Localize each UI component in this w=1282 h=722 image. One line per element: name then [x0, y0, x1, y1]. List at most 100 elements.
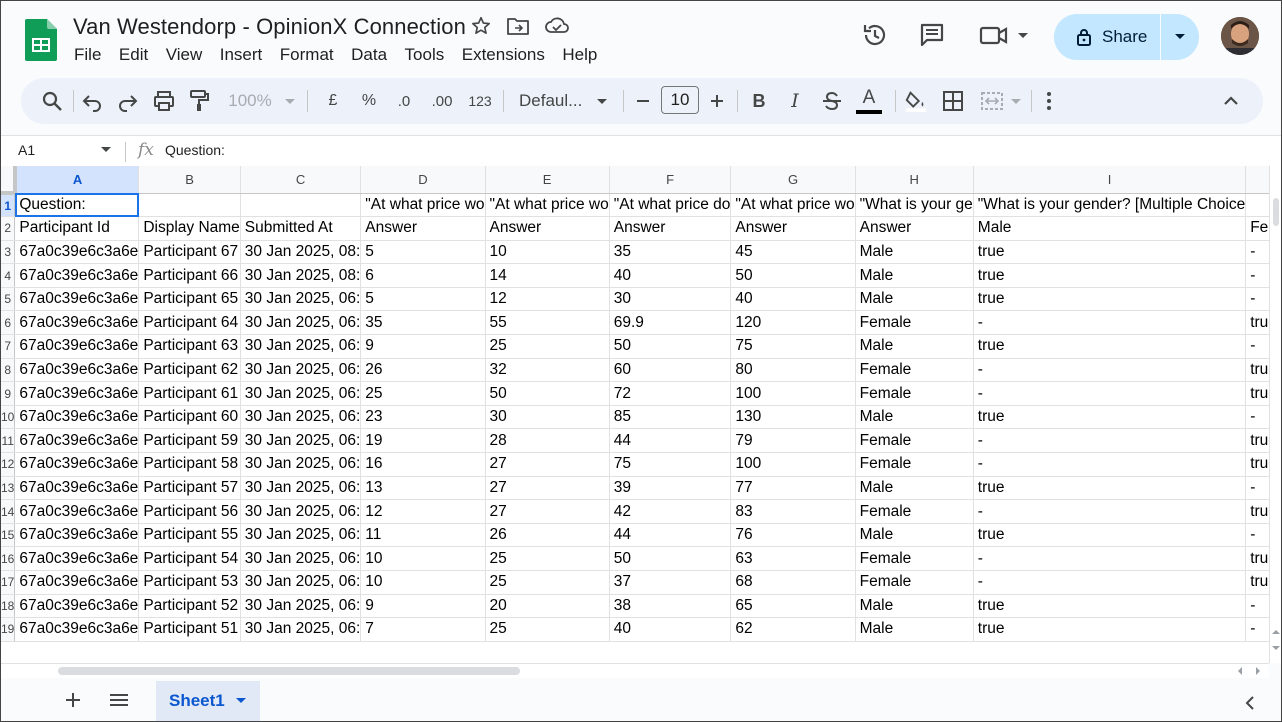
account-avatar[interactable]: [1221, 17, 1259, 55]
column-header-a[interactable]: A: [14, 166, 140, 194]
cell[interactable]: -: [1245, 334, 1269, 359]
menu-edit[interactable]: Edit: [119, 45, 148, 65]
strikethrough-icon[interactable]: [821, 89, 843, 113]
name-box-dropdown-icon[interactable]: [101, 146, 111, 154]
cell[interactable]: 35: [360, 310, 486, 336]
cell[interactable]: 6: [360, 263, 486, 288]
share-dropdown-button[interactable]: [1161, 14, 1199, 60]
cell[interactable]: Participant 55: [138, 523, 241, 548]
row-header[interactable]: 12: [1, 452, 16, 477]
column-header-g[interactable]: G: [730, 166, 856, 194]
cell[interactable]: 30 Jan 2025, 06:: [240, 405, 362, 430]
cell[interactable]: 28: [485, 428, 610, 454]
cell[interactable]: 76: [730, 523, 856, 548]
row-header[interactable]: 14: [1, 499, 16, 524]
cell[interactable]: Female: [855, 499, 974, 524]
all-sheets-icon[interactable]: [109, 692, 129, 708]
cell[interactable]: -: [973, 381, 1247, 406]
menu-tools[interactable]: Tools: [405, 45, 445, 65]
version-history-icon[interactable]: [861, 21, 889, 49]
scroll-down-icon[interactable]: [1272, 644, 1280, 652]
cell[interactable]: 85: [609, 405, 732, 430]
cell[interactable]: Answer: [609, 216, 732, 241]
row-header[interactable]: 13: [1, 476, 16, 501]
menu-extensions[interactable]: Extensions: [462, 45, 545, 65]
row-header[interactable]: 5: [1, 287, 16, 312]
search-menus-icon[interactable]: [41, 89, 63, 113]
cell[interactable]: Female: [855, 570, 974, 595]
cell[interactable]: true: [973, 617, 1247, 642]
cell[interactable]: 10: [360, 546, 486, 571]
cell[interactable]: Participant 56: [138, 499, 241, 524]
cell[interactable]: 25: [485, 570, 610, 595]
cell[interactable]: Female: [855, 428, 974, 454]
cell[interactable]: 10: [360, 570, 486, 595]
cell[interactable]: 30 Jan 2025, 06:: [240, 476, 362, 501]
merge-cells-icon[interactable]: [979, 89, 1025, 113]
menu-file[interactable]: File: [74, 45, 101, 65]
cell[interactable]: -: [973, 428, 1247, 454]
row-header[interactable]: 4: [1, 263, 16, 288]
cell[interactable]: 67a0c39e6c3a6e: [14, 523, 140, 548]
cell[interactable]: Male: [855, 405, 974, 430]
cell[interactable]: Participant 66: [138, 263, 241, 288]
cell[interactable]: 40: [609, 617, 732, 642]
cell[interactable]: 25: [485, 617, 610, 642]
cell[interactable]: true: [973, 334, 1247, 359]
cell[interactable]: true: [1245, 546, 1269, 571]
cell[interactable]: true: [1245, 452, 1269, 477]
paint-format-icon[interactable]: [188, 89, 210, 113]
scroll-up-icon[interactable]: [1272, 628, 1280, 636]
cell[interactable]: 10: [485, 240, 610, 265]
font-dropdown-icon[interactable]: [596, 89, 608, 113]
column-header-f[interactable]: F: [609, 166, 732, 194]
cell[interactable]: Display Name: [138, 216, 241, 241]
cell[interactable]: 30 Jan 2025, 08:: [240, 240, 362, 265]
cell[interactable]: 67a0c39e6c3a6e: [14, 405, 140, 430]
cell[interactable]: 67a0c39e6c3a6e: [14, 570, 140, 595]
cell[interactable]: 26: [485, 523, 610, 548]
cell[interactable]: "At what price do: [609, 193, 732, 218]
horizontal-scroll-thumb[interactable]: [58, 667, 520, 675]
zoom-dropdown-icon[interactable]: [284, 89, 296, 113]
cell[interactable]: 38: [609, 594, 732, 619]
cell[interactable]: -: [973, 310, 1247, 336]
meet-camera-icon[interactable]: [979, 21, 1029, 49]
cell[interactable]: Female: [855, 310, 974, 336]
column-header-j[interactable]: J: [1245, 166, 1269, 194]
row-header[interactable]: 10: [1, 405, 16, 430]
column-header-h[interactable]: H: [855, 166, 974, 194]
cell[interactable]: 23: [360, 405, 486, 430]
cell[interactable]: true: [973, 240, 1247, 265]
cell[interactable]: Male: [855, 287, 974, 312]
cell[interactable]: 39: [609, 476, 732, 501]
cell[interactable]: Answer: [360, 216, 486, 241]
cell[interactable]: Participant 52: [138, 594, 241, 619]
vertical-scrollbar[interactable]: [1269, 166, 1281, 663]
formula-input[interactable]: Question:: [165, 142, 225, 158]
cell[interactable]: 30 Jan 2025, 06:: [240, 546, 362, 571]
cell[interactable]: 30 Jan 2025, 06:: [240, 570, 362, 595]
active-cell[interactable]: Question:: [14, 193, 140, 218]
column-header-i[interactable]: I: [973, 166, 1247, 194]
scroll-left-icon[interactable]: [1236, 667, 1244, 675]
cell[interactable]: true: [1245, 358, 1269, 383]
cell[interactable]: true: [1245, 428, 1269, 454]
cell[interactable]: 67a0c39e6c3a6e: [14, 358, 140, 383]
sheet-tab-sheet1[interactable]: Sheet1: [156, 681, 260, 721]
cell[interactable]: "What is your ge: [855, 193, 974, 218]
cell[interactable]: 67a0c39e6c3a6e: [14, 381, 140, 406]
cell[interactable]: Participant 65: [138, 287, 241, 312]
column-header-b[interactable]: B: [138, 166, 241, 194]
cell[interactable]: 30 Jan 2025, 06:: [240, 310, 362, 336]
fill-color-icon[interactable]: [903, 89, 929, 113]
cell[interactable]: Answer: [855, 216, 974, 241]
cell[interactable]: -: [973, 452, 1247, 477]
cell[interactable]: 26: [360, 358, 486, 383]
cell[interactable]: true: [1245, 381, 1269, 406]
comments-icon[interactable]: [918, 21, 946, 49]
menu-data[interactable]: Data: [351, 45, 387, 65]
cell[interactable]: 45: [730, 240, 856, 265]
menu-view[interactable]: View: [166, 45, 203, 65]
cell[interactable]: Female: [855, 358, 974, 383]
